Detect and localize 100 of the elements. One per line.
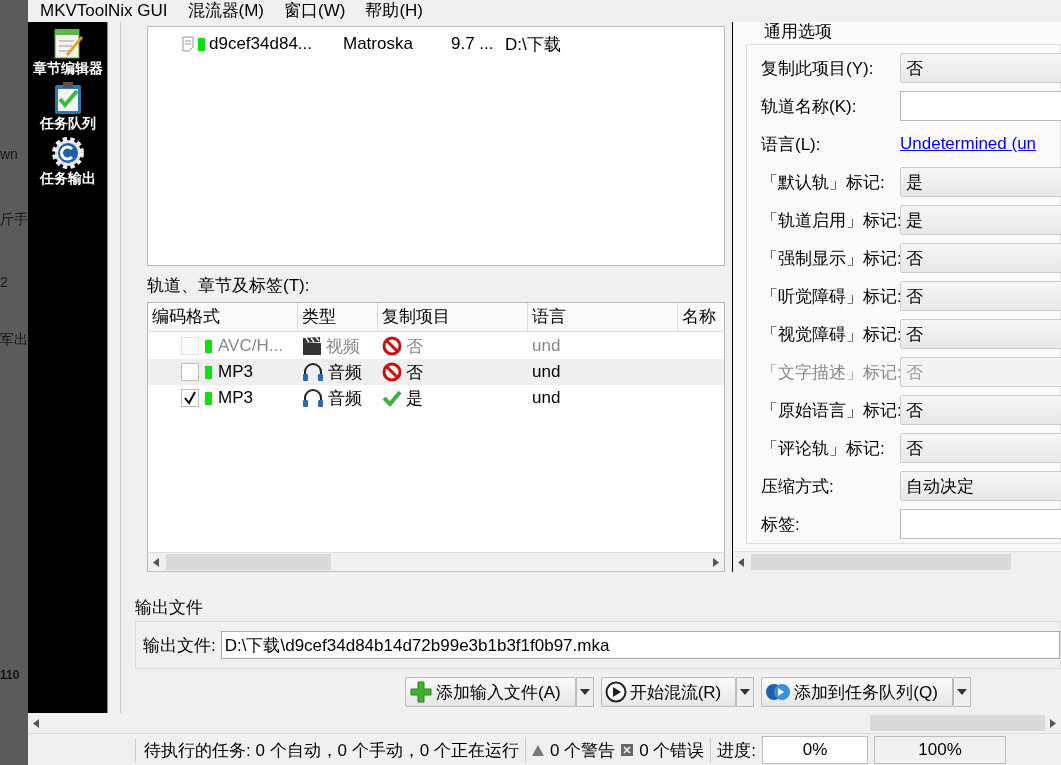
background-text: 斤手 [0,211,28,229]
type-text: 音频 [328,387,362,410]
horizontal-scrollbar[interactable] [28,713,1061,733]
queue-icon [765,682,792,702]
clipboard-check-icon[interactable] [52,81,83,115]
status-square [198,37,205,51]
error-icon [621,744,634,756]
play-icon [604,681,627,703]
warning-icon [532,744,544,756]
menu-item[interactable]: 窗口(W) [284,1,346,21]
type-text: 视频 [326,335,360,358]
dropdown[interactable]: 否 [900,281,1061,311]
sidebar-label[interactable]: 章节编辑器 [32,60,103,77]
file-format: Matroska [343,34,414,54]
dropdown[interactable]: 否 [900,319,1061,349]
field-label: 语言(L): [761,133,822,156]
status-square [205,391,212,405]
dropdown[interactable]: 是 [900,205,1061,235]
field-label: 「听觉障碍」标记: [761,285,900,308]
file-path: D:\下载 [505,33,561,56]
prohibited-icon [382,362,402,382]
column-header[interactable]: 名称 [678,303,724,331]
plus-icon [409,680,433,704]
scroll-right-icon[interactable] [713,557,719,567]
scroll-left-icon[interactable] [153,557,159,567]
language-text: und [532,362,561,382]
menu-item[interactable]: 混流器(M) [187,1,264,21]
copy-text: 否 [406,361,423,384]
caret-icon [579,689,590,695]
codec-text: AVC/H... [218,336,283,356]
dropdown[interactable]: 否 [900,395,1061,425]
file-size: 9.7 ... [451,34,495,54]
language-text: und [532,388,561,408]
checkbox[interactable] [181,389,199,407]
status-square [205,339,212,353]
language-text: und [532,336,561,356]
headphones-icon [302,362,324,382]
file-name[interactable]: d9cef34d84... [209,34,339,54]
notepad-icon[interactable] [51,26,84,60]
dropdown[interactable]: 是 [900,167,1061,197]
copy-text: 否 [406,335,423,358]
input-field[interactable] [900,509,1061,539]
codec-text: MP3 [218,388,253,408]
file-icon [182,36,194,52]
warning-count: 0 个警告 [550,739,616,762]
clapperboard-icon [302,336,322,356]
field-label: 复制此项目(Y): [761,57,875,80]
output-file-field[interactable]: D:\下载\d9cef34d84b14d72b99e3b1b3f1f0b97.mka [220,631,1060,659]
scroll-left-icon[interactable] [33,718,39,728]
field-label: 「强制显示」标记: [761,247,900,270]
action-button[interactable]: 添加输入文件(A) [405,677,576,707]
codec-text: MP3 [218,362,253,382]
total-progress-field: 100% [874,736,1007,764]
column-header[interactable]: 编码格式 [148,303,298,331]
scroll-left-icon[interactable] [738,557,744,567]
language-link[interactable]: Undetermined (un [900,134,1037,154]
app-title: MKVToolNix GUI [40,1,168,21]
dropdown[interactable]: 否 [900,433,1061,463]
status-square [205,365,212,379]
error-count: 0 个错误 [639,739,705,762]
horizontal-scrollbar[interactable] [733,551,1061,572]
field-label: 「文字描述」标记: [761,361,900,384]
background-text: 110 [0,668,20,682]
column-header[interactable]: 语言 [528,303,678,331]
field-label: 「轨道启用」标记: [761,209,900,232]
dropdown[interactable]: 否 [900,53,1061,83]
progress-field: 0% [762,736,869,764]
field-label: 「原始语言」标记: [761,399,900,422]
dropdown-arrow-button[interactable] [575,677,594,707]
dropdown-arrow-button[interactable] [736,677,755,707]
copy-text: 是 [406,387,423,410]
menu-item[interactable]: 帮助(H) [365,1,423,21]
progress-label: 进度: [717,739,757,762]
gear-icon[interactable] [50,136,85,170]
background-text: wn [0,146,18,162]
jobs-status: 待执行的任务: 0 个自动，0 个手动，0 个正在运行 [135,738,519,762]
dropdown-arrow-button[interactable] [952,677,971,707]
sidebar-label[interactable]: 任务队列 [39,115,96,132]
dropdown[interactable]: 否 [900,243,1061,273]
action-button[interactable]: 开始混流(R) [600,677,737,707]
scroll-right-icon[interactable] [1050,718,1056,728]
section-title[interactable]: 通用选项 [746,22,1061,42]
column-header[interactable]: 类型 [298,303,378,331]
output-label: 输出文件: [143,634,216,657]
field-label: 「视觉障碍」标记: [761,323,900,346]
field-label: 压缩方式: [761,475,835,498]
horizontal-scrollbar[interactable] [148,552,724,571]
checkbox[interactable] [181,363,199,381]
prohibited-icon [382,336,402,356]
field-label: 轨道名称(K): [761,95,858,118]
check-icon [382,389,402,407]
field-label: 标签: [761,513,801,536]
column-header[interactable]: 复制项目 [378,303,528,331]
background-text: 2 [0,274,8,290]
sidebar-label[interactable]: 任务输出 [39,170,96,187]
caret-icon [956,689,967,695]
action-button[interactable]: 添加到任务队列(Q) [761,677,953,707]
dropdown[interactable]: 自动决定 [900,471,1061,501]
input-field[interactable] [900,91,1061,121]
field-label: 「默认轨」标记: [761,171,886,194]
